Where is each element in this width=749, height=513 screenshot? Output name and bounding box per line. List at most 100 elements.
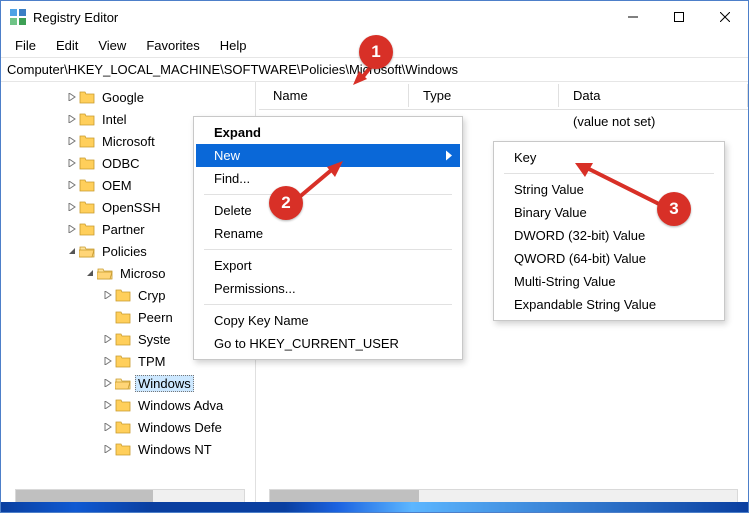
ctx-permissions[interactable]: Permissions... — [196, 277, 460, 300]
address-text: Computer\HKEY_LOCAL_MACHINE\SOFTWARE\Pol… — [7, 62, 458, 77]
taskbar-strip — [1, 502, 748, 512]
tree-item-label: Microso — [117, 266, 169, 281]
cell-data: (value not set) — [559, 114, 748, 129]
tree-item[interactable]: Windows — [1, 372, 255, 394]
tree-item-label: Policies — [99, 244, 150, 259]
folder-icon — [115, 420, 131, 434]
folder-icon — [115, 354, 131, 368]
tree-item-label: ODBC — [99, 156, 143, 171]
ctx-goto-hkcu[interactable]: Go to HKEY_CURRENT_USER — [196, 332, 460, 355]
ctx-new-label: New — [214, 148, 240, 163]
new-expandable-string-value[interactable]: Expandable String Value — [496, 293, 722, 316]
new-string-value[interactable]: String Value — [496, 178, 722, 201]
folder-icon — [79, 156, 95, 170]
folder-icon — [115, 332, 131, 346]
tree-item-label: OEM — [99, 178, 135, 193]
folder-icon — [79, 222, 95, 236]
ctx-delete[interactable]: Delete — [196, 199, 460, 222]
folder-icon — [79, 200, 95, 214]
scrollbar-thumb[interactable] — [270, 490, 419, 502]
tree-item[interactable]: Windows NT — [1, 438, 255, 460]
tree-item-label: Windows Adva — [135, 398, 226, 413]
menu-help[interactable]: Help — [210, 36, 257, 55]
menu-favorites[interactable]: Favorites — [136, 36, 209, 55]
chevron-right-icon[interactable] — [101, 379, 115, 387]
scrollbar-thumb[interactable] — [16, 490, 153, 502]
callout-2: 2 — [269, 186, 303, 220]
chevron-right-icon[interactable] — [65, 181, 79, 189]
tree-item-label: Windows — [135, 375, 194, 392]
folder-icon — [115, 288, 131, 302]
callout-3: 3 — [657, 192, 691, 226]
menu-file[interactable]: File — [5, 36, 46, 55]
tree-horizontal-scrollbar[interactable] — [15, 489, 245, 503]
col-header-data[interactable]: Data — [559, 84, 748, 107]
close-button[interactable] — [702, 1, 748, 33]
chevron-right-icon[interactable] — [101, 445, 115, 453]
ctx-rename[interactable]: Rename — [196, 222, 460, 245]
tree-item[interactable]: Google — [1, 86, 255, 108]
chevron-right-icon — [446, 148, 452, 163]
window-controls — [610, 1, 748, 33]
folder-icon — [97, 266, 113, 280]
chevron-right-icon[interactable] — [101, 291, 115, 299]
col-header-name[interactable]: Name — [259, 84, 409, 107]
tree-item-label: Windows NT — [135, 442, 215, 457]
chevron-right-icon[interactable] — [65, 115, 79, 123]
new-dword-value[interactable]: DWORD (32-bit) Value — [496, 224, 722, 247]
chevron-right-icon[interactable] — [65, 137, 79, 145]
app-icon — [9, 8, 27, 26]
minimize-button[interactable] — [610, 1, 656, 33]
ctx-divider — [204, 249, 452, 250]
tree-item[interactable]: Windows Defe — [1, 416, 255, 438]
ctx-export[interactable]: Export — [196, 254, 460, 277]
ctx-divider — [504, 173, 714, 174]
folder-icon — [115, 398, 131, 412]
menu-edit[interactable]: Edit — [46, 36, 88, 55]
folder-icon — [79, 244, 95, 258]
chevron-down-icon[interactable] — [83, 269, 97, 277]
tree-item-label: Google — [99, 90, 147, 105]
tree-item-label: TPM — [135, 354, 168, 369]
new-multi-string-value[interactable]: Multi-String Value — [496, 270, 722, 293]
chevron-right-icon[interactable] — [65, 203, 79, 211]
folder-icon — [79, 178, 95, 192]
ctx-copy-key-name[interactable]: Copy Key Name — [196, 309, 460, 332]
col-header-type[interactable]: Type — [409, 84, 559, 107]
chevron-right-icon[interactable] — [101, 423, 115, 431]
ctx-divider — [204, 304, 452, 305]
tree-item-label: OpenSSH — [99, 200, 164, 215]
ctx-find[interactable]: Find... — [196, 167, 460, 190]
chevron-right-icon[interactable] — [65, 225, 79, 233]
folder-icon — [79, 134, 95, 148]
ctx-divider — [204, 194, 452, 195]
menu-view[interactable]: View — [88, 36, 136, 55]
chevron-down-icon[interactable] — [65, 247, 79, 255]
tree-item-label: Syste — [135, 332, 174, 347]
new-qword-value[interactable]: QWORD (64-bit) Value — [496, 247, 722, 270]
chevron-right-icon[interactable] — [101, 401, 115, 409]
new-key[interactable]: Key — [496, 146, 722, 169]
tree-item[interactable]: Windows Adva — [1, 394, 255, 416]
chevron-right-icon[interactable] — [101, 357, 115, 365]
registry-editor-window: Registry Editor File Edit View Favorites… — [0, 0, 749, 513]
list-horizontal-scrollbar[interactable] — [269, 489, 738, 503]
ctx-expand[interactable]: Expand — [196, 121, 460, 144]
callout-1: 1 — [359, 35, 393, 69]
folder-icon — [115, 310, 131, 324]
maximize-button[interactable] — [656, 1, 702, 33]
chevron-right-icon[interactable] — [65, 93, 79, 101]
window-title: Registry Editor — [33, 10, 118, 25]
list-header: Name Type Data — [259, 82, 748, 110]
tree-item-label: Partner — [99, 222, 148, 237]
folder-icon — [115, 442, 131, 456]
tree-item-label: Intel — [99, 112, 130, 127]
chevron-right-icon[interactable] — [65, 159, 79, 167]
chevron-right-icon[interactable] — [101, 335, 115, 343]
ctx-new[interactable]: New — [196, 144, 460, 167]
tree-item-label: Cryp — [135, 288, 168, 303]
titlebar: Registry Editor — [1, 1, 748, 33]
context-submenu-new: Key String Value Binary Value DWORD (32-… — [493, 141, 725, 321]
tree-item-label: Windows Defe — [135, 420, 225, 435]
folder-icon — [79, 112, 95, 126]
